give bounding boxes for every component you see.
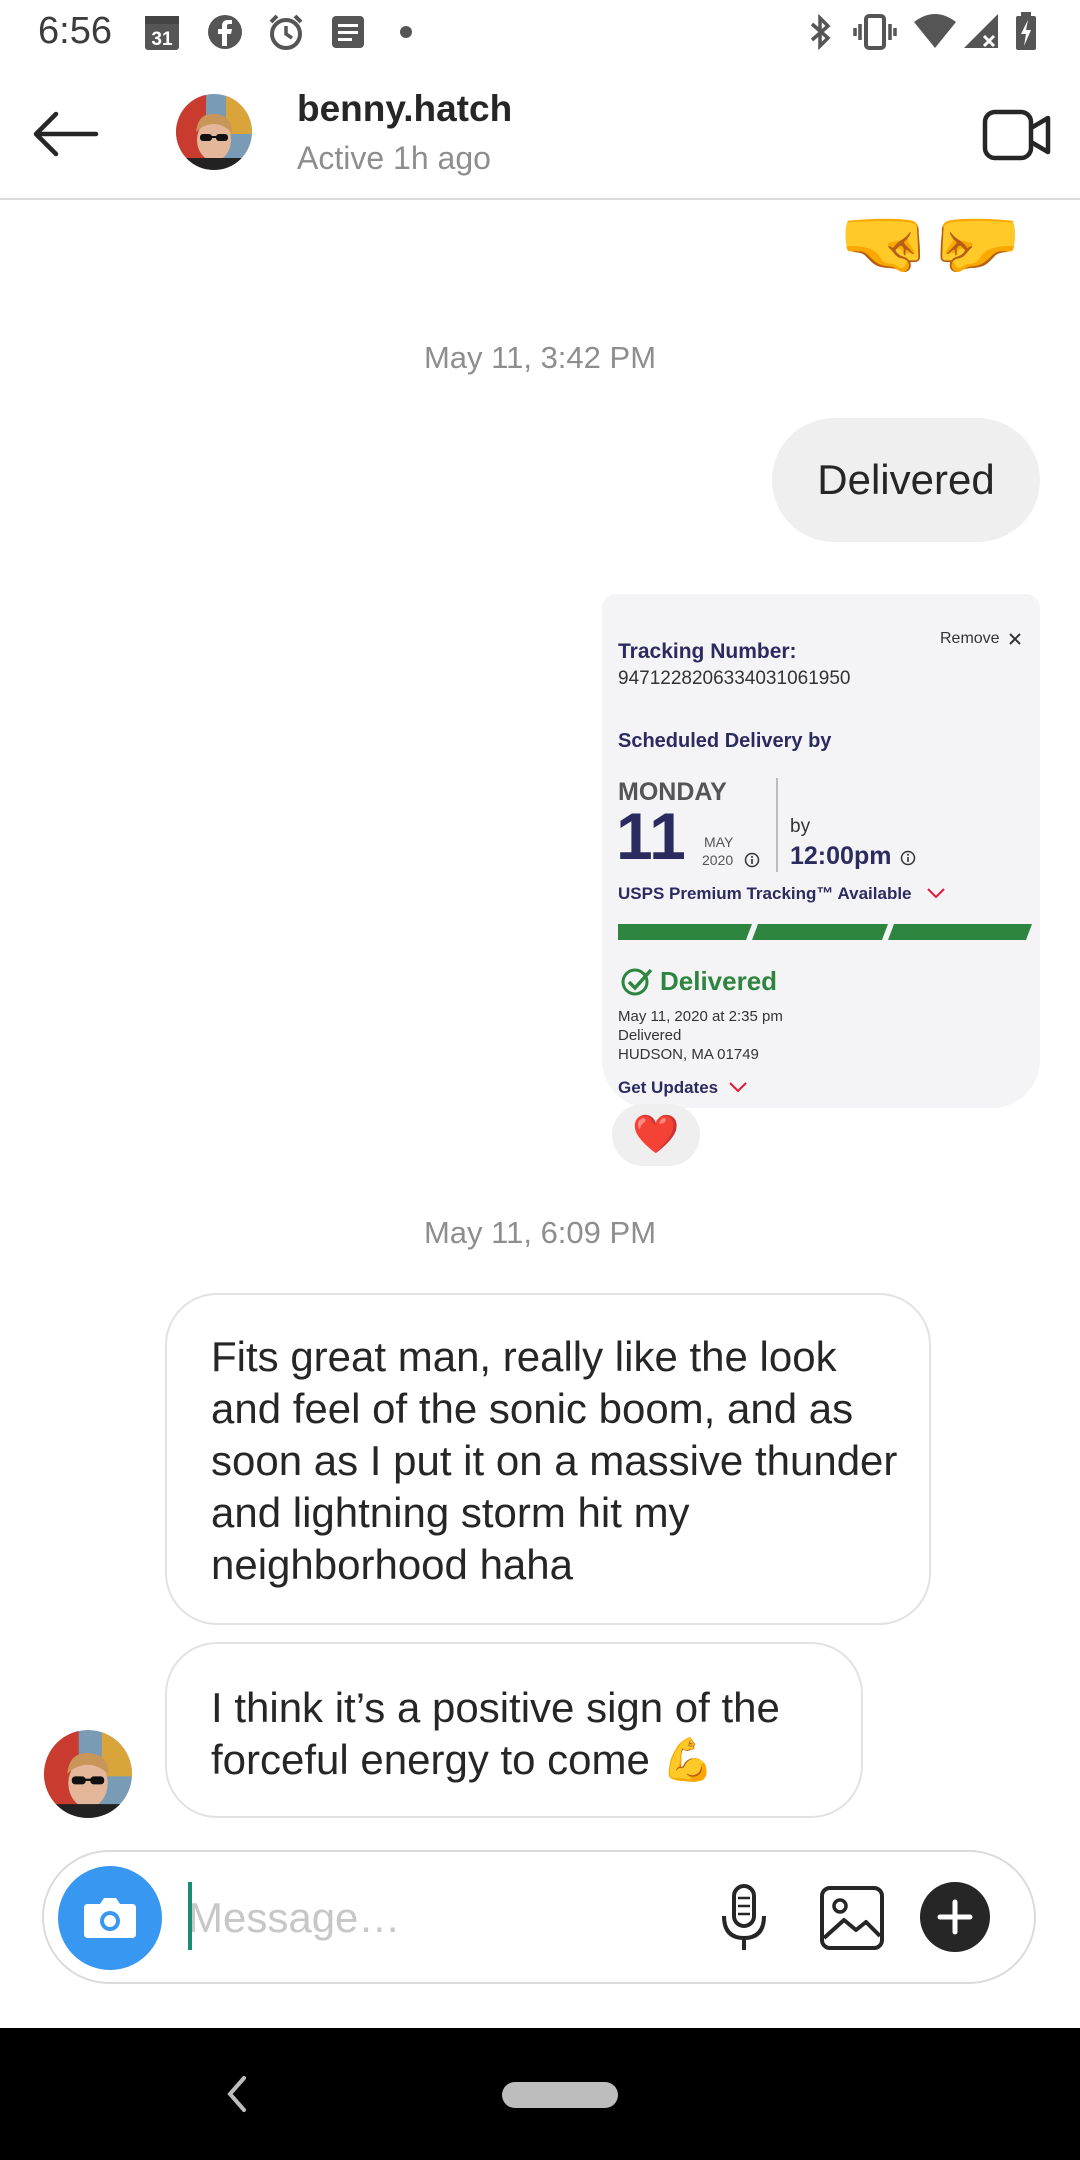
wifi-icon [912,12,956,52]
microphone-icon[interactable] [706,1880,782,1956]
heart-reaction[interactable]: ❤️ [612,1104,700,1166]
microphone-button[interactable] [706,1880,782,1956]
delivery-year: 2020 [702,852,734,868]
tracking-number-label: Tracking Number: [618,640,797,663]
text-cursor [188,1882,192,1950]
active-status: Active 1h ago [297,140,491,176]
video-call-button[interactable] [982,106,1052,164]
bluetooth-icon [800,12,840,52]
gallery-button[interactable] [814,1880,890,1956]
status-detail-state: Delivered [618,1027,682,1044]
delivery-month: MAY [704,834,734,850]
avatar[interactable] [176,94,252,170]
plus-button[interactable] [920,1882,990,1952]
scheduled-delivery-label: Scheduled Delivery by [618,730,832,752]
back-button[interactable] [26,106,106,162]
tracking-card[interactable]: Remove Tracking Number: 9471228206334031… [602,594,1040,1108]
message-input[interactable] [186,1882,710,1954]
info-icon-time[interactable] [900,850,916,866]
incoming-message-2[interactable]: I think it’s a positive sign of the forc… [165,1642,863,1818]
incoming-message-1[interactable]: Fits great man, really like the look and… [165,1293,931,1625]
plus-icon[interactable] [920,1882,990,1952]
facebook-icon [205,12,245,52]
heart-reaction-emoji: ❤️ [632,1114,680,1156]
home-pill[interactable] [502,2082,618,2108]
alarm-icon [266,12,306,52]
info-icon[interactable] [744,852,760,868]
message-composer [42,1850,1036,1984]
status-bar: 6:56 31 [0,0,1080,66]
delivered-status: Delivered [660,966,778,996]
chat-header: benny.hatch Active 1h ago [0,66,1080,200]
close-icon[interactable] [1008,632,1022,646]
calendar-icon: 31 [142,12,182,52]
calendar-day: 31 [151,29,173,50]
battery-icon [1014,12,1054,52]
date-divider [776,778,778,872]
vibrate-icon [852,12,897,52]
outgoing-message-delivered[interactable]: Delivered [772,418,1040,542]
tracking-number: 9471228206334031061950 [618,668,851,689]
nav-back-icon[interactable] [222,2072,250,2116]
camera-button[interactable] [58,1866,162,1970]
chevron-down-icon-updates[interactable] [728,1080,748,1094]
remove-link[interactable]: Remove [940,630,1000,648]
camera-icon[interactable] [58,1866,162,1970]
system-nav-bar [0,2028,1080,2160]
status-time: 6:56 [38,10,112,52]
sender-avatar[interactable] [44,1730,132,1818]
fist-bump-emoji: 🤜🤛 [838,201,1023,284]
delivered-check-icon [621,968,653,996]
back-arrow-icon[interactable] [26,106,106,162]
premium-tracking-link[interactable]: USPS Premium Tracking™ Available [618,884,912,904]
get-updates-link[interactable]: Get Updates [618,1078,718,1098]
gallery-icon[interactable] [814,1880,890,1956]
timestamp-1: May 11, 3:42 PM [423,340,657,375]
by-label: by [790,816,811,837]
status-detail-date: May 11, 2020 at 2:35 pm [618,1008,783,1025]
chevron-down-icon[interactable] [926,886,946,900]
delivery-day: 11 [616,799,686,873]
timestamp-2: May 11, 6:09 PM [423,1215,657,1250]
dot-icon [396,12,436,52]
delivery-by-time: 12:00pm [790,842,892,870]
video-call-icon[interactable] [982,106,1052,164]
signal-icon [962,12,1002,52]
chat-username[interactable]: benny.hatch [297,88,512,130]
notes-icon [328,12,368,52]
status-detail-location: HUDSON, MA 01749 [618,1046,759,1063]
delivery-progress-bar [618,924,1032,940]
